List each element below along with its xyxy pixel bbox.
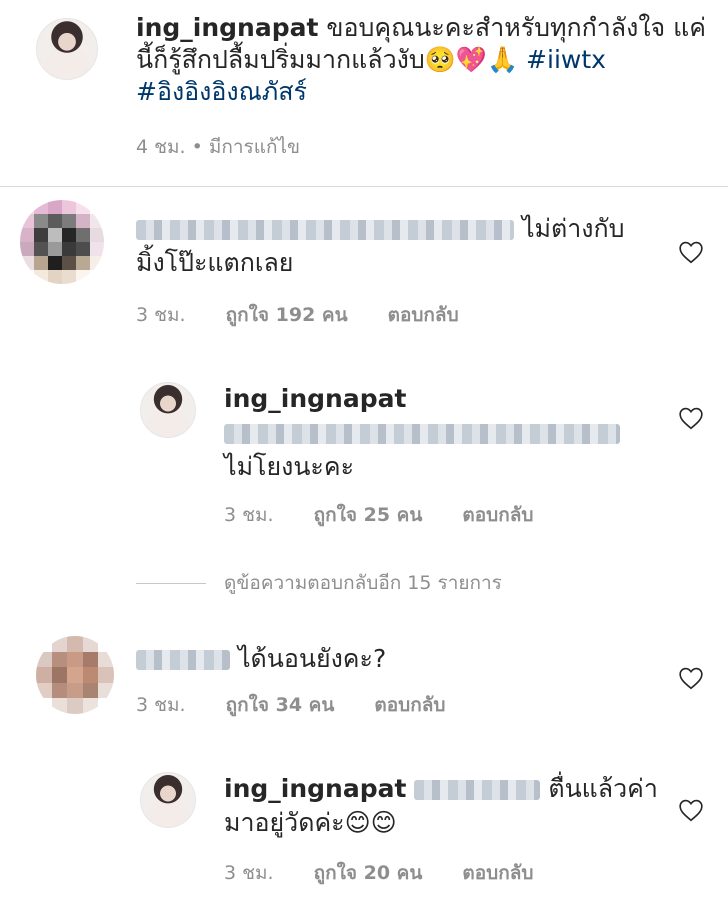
blurred-mention [224,424,620,444]
like-count[interactable]: ถูกใจ 20 คน [314,858,423,888]
like-count[interactable]: ถูกใจ 192 คน [226,300,348,330]
post-author-avatar[interactable] [36,18,98,80]
commenter-avatar[interactable] [20,200,104,284]
heart-outline-icon[interactable] [678,798,704,822]
reply-button[interactable]: ตอบกลับ [388,300,459,330]
post-time: 4 ชม. [136,136,186,158]
comment-time: 3 ชม. [224,504,274,526]
like-count[interactable]: ถูกใจ 34 คน [226,690,335,720]
post-divider [0,186,728,187]
post-username[interactable]: ing_ingnapat [136,13,318,42]
comment-1-text: ไม่ต่างกับ มิ้งโป๊ะแตกเลย [136,214,625,277]
blurred-mention [414,780,541,800]
comment-1-meta: 3 ชม. ถูกใจ 192 คน ตอบกลับ [136,300,459,330]
reply-author-avatar[interactable] [140,382,196,438]
reply-button[interactable]: ตอบกลับ [462,500,533,530]
post-meta: 4 ชม. • มีการแก้ไข [136,132,300,162]
comment-2-text: ได้นอนยังคะ? [136,642,656,676]
reply-2-text: ing_ingnapat ตื่นแล้วค่า มาอยู่วัดค่ะ😊😊 [224,774,658,837]
blurred-username [136,650,230,670]
like-count[interactable]: ถูกใจ 25 คน [314,500,423,530]
comment-2-meta: 3 ชม. ถูกใจ 34 คน ตอบกลับ [136,690,445,720]
heart-outline-icon[interactable] [678,406,704,430]
reply-button[interactable]: ตอบกลับ [374,690,445,720]
heart-outline-icon[interactable] [678,666,704,690]
reply-2-meta: 3 ชม. ถูกใจ 20 คน ตอบกลับ [224,858,533,888]
view-replies-row[interactable]: ดูข้อความตอบกลับอีก 15 รายการ [136,568,502,598]
post-edited-label: • มีการแก้ไข [191,136,301,158]
reply-button[interactable]: ตอบกลับ [462,858,533,888]
reply-author-avatar[interactable] [140,772,196,828]
comment-time: 3 ชม. [224,862,274,884]
reply-username[interactable]: ing_ingnapat [224,774,406,803]
comment-time: 3 ชม. [136,304,186,326]
hashtag-iiwtx[interactable]: #iiwtx [526,45,606,74]
post-caption: ing_ingnapat ขอบคุณนะคะสำหรับทุกกำลังใจ … [136,12,706,108]
reply-username[interactable]: ing_ingnapat [224,384,406,413]
view-replies-link[interactable]: ดูข้อความตอบกลับอีก 15 รายการ [224,568,502,598]
heart-outline-icon[interactable] [678,240,704,264]
hashtag-name[interactable]: #อิงอิงอิงณภัสร์ [136,77,307,106]
commenter-avatar[interactable] [36,636,114,714]
blurred-username [136,220,514,240]
comment-time: 3 ชม. [136,694,186,716]
view-replies-line [136,582,206,584]
reply-1-text: ing_ingnapat ไม่โยงนะคะ [224,382,644,484]
reply-1-meta: 3 ชม. ถูกใจ 25 คน ตอบกลับ [224,500,533,530]
